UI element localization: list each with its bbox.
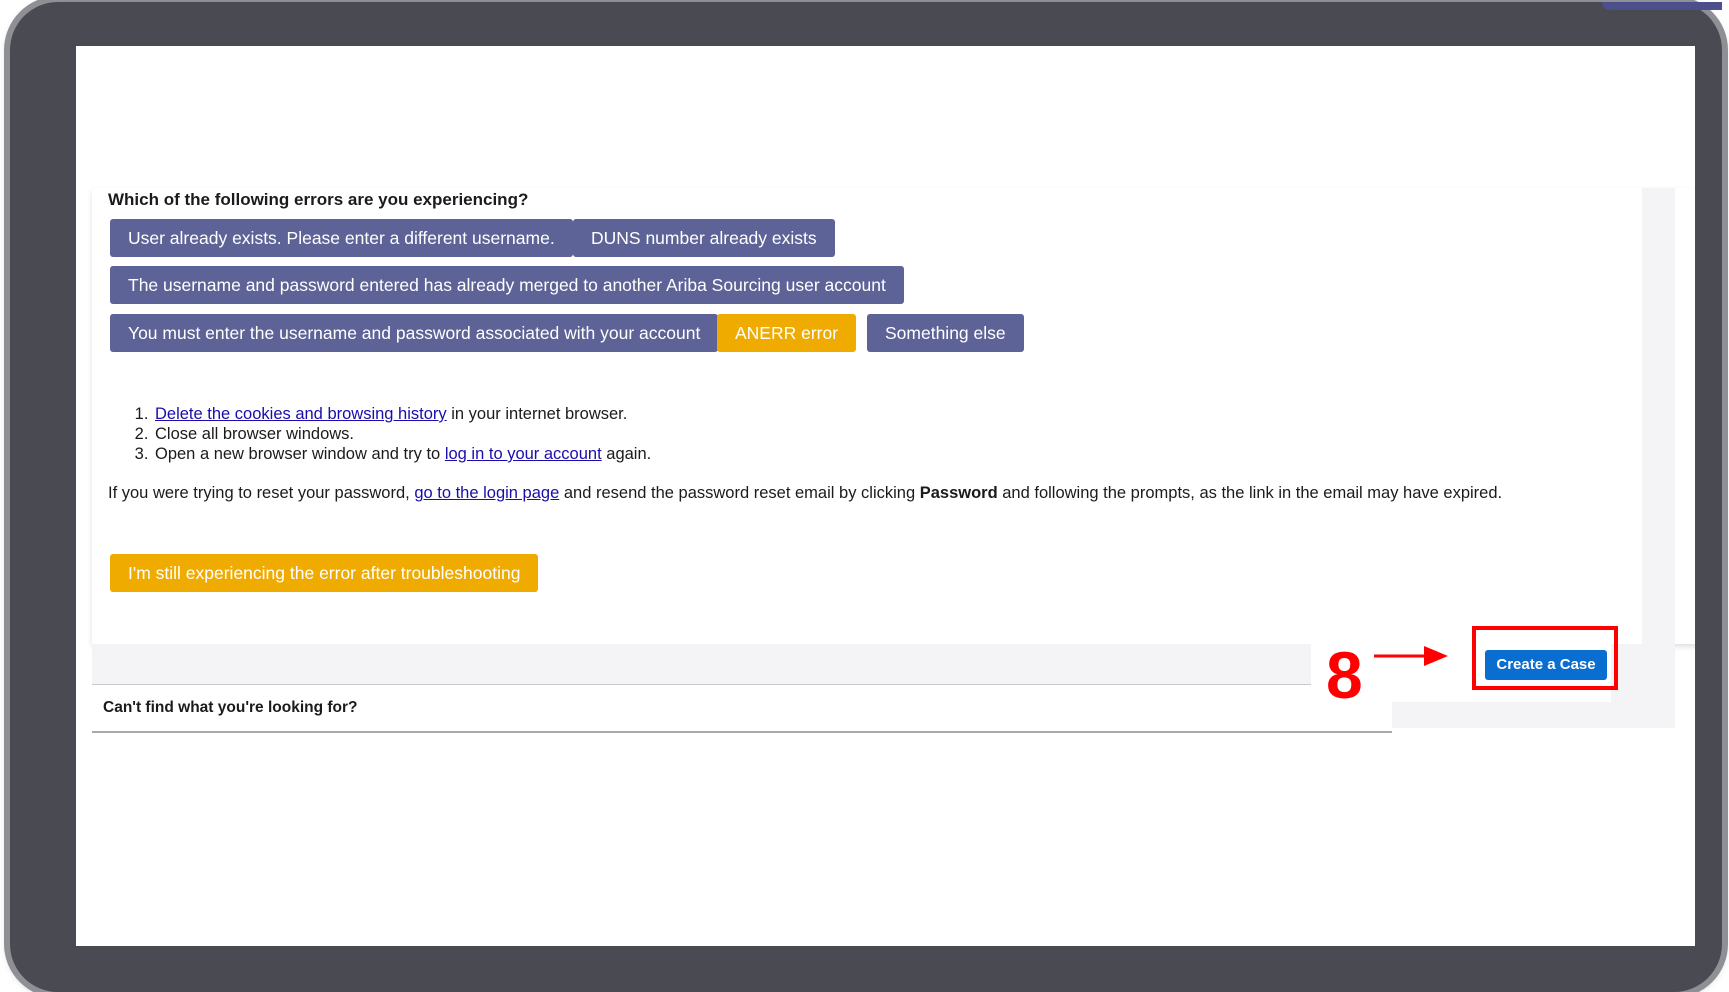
still-experiencing-error-button[interactable]: I'm still experiencing the error after t… [110, 554, 539, 592]
device-frame: Which of the following errors are you ex… [10, 2, 1722, 992]
error-question-heading: Which of the following errors are you ex… [108, 190, 529, 209]
log-in-link[interactable]: log in to your account [445, 445, 602, 463]
delete-cookies-link[interactable]: Delete the cookies and browsing history [155, 405, 447, 423]
browser-viewport: Which of the following errors are you ex… [76, 46, 1695, 946]
corner-accent [1602, 2, 1722, 10]
option-something-else-button[interactable]: Something else [867, 314, 1024, 352]
option-anerr-error-button[interactable]: ANERR error [717, 314, 857, 352]
create-a-case-button[interactable]: Create a Case [1485, 650, 1607, 680]
option-user-already-exists-button[interactable]: User already exists. Please enter a diff… [110, 219, 573, 257]
cant-find-prompt: Can't find what you're looking for? [103, 699, 358, 716]
step-item: Close all browser windows. [153, 424, 651, 444]
arrow-icon [1374, 646, 1448, 666]
step-number-annotation: 8 [1326, 638, 1363, 712]
step-item: Open a new browser window and try to log… [153, 444, 651, 464]
step-item: Delete the cookies and browsing history … [153, 404, 651, 424]
option-duns-exists-button[interactable]: DUNS number already exists [573, 219, 835, 257]
option-account-merged-button[interactable]: The username and password entered has al… [110, 266, 904, 304]
option-enter-credentials-button[interactable]: You must enter the username and password… [110, 314, 719, 352]
login-page-link[interactable]: go to the login page [414, 484, 559, 502]
password-reset-info: If you were trying to reset your passwor… [108, 484, 1503, 502]
troubleshooting-steps: Delete the cookies and browsing history … [108, 404, 651, 464]
card-side-gutter [1642, 188, 1675, 644]
